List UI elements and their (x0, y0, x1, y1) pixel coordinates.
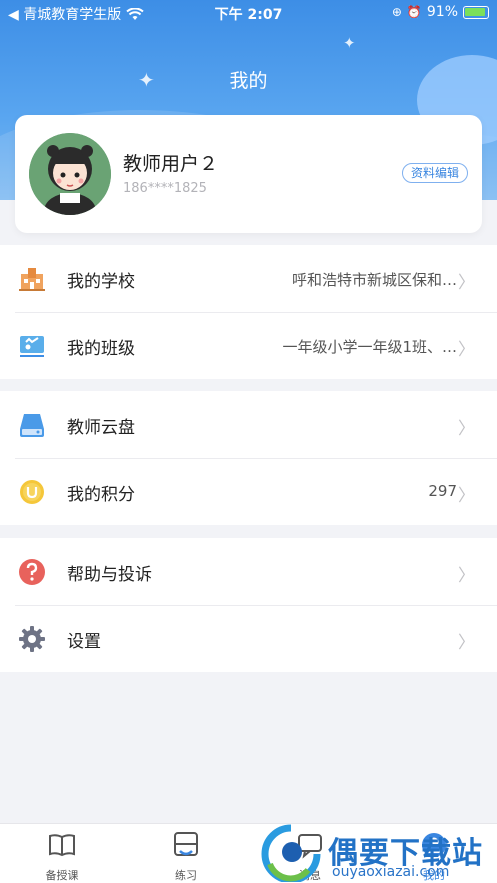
my-school-row[interactable]: 我的学校 呼和浩特市新城区保和… 〉 (0, 245, 497, 312)
chevron-right-icon: 〉 (458, 419, 475, 439)
help-complaint-row[interactable]: 帮助与投诉 〉 (0, 538, 497, 605)
avatar[interactable] (29, 133, 111, 215)
settings-group-school: 我的学校 呼和浩特市新城区保和… 〉 我的班级 一年级小学一年级1班、… 〉 (0, 245, 497, 379)
my-class-value: 一年级小学一年级1班、… (282, 338, 457, 356)
my-points-row[interactable]: 我的积分 297 〉 (0, 458, 497, 525)
teacher-cloud-disk-label: 教师云盘 (67, 418, 135, 438)
my-class-row[interactable]: 我的班级 一年级小学一年级1班、… 〉 (0, 312, 497, 379)
school-icon (19, 268, 45, 291)
help-complaint-label: 帮助与投诉 (67, 565, 152, 585)
settings-gear-icon (19, 626, 45, 652)
watermark-logo-icon (261, 824, 321, 883)
battery-percent: 91% (426, 4, 458, 20)
alarm-icon: ⏰ (406, 5, 422, 19)
book-icon (49, 834, 75, 857)
my-points-value: 297 (428, 482, 457, 500)
avatar-illustration (29, 133, 111, 215)
my-school-value: 呼和浩特市新城区保和… (291, 271, 457, 289)
cloud-disk-icon (20, 414, 44, 437)
profile-card[interactable]: 教师用户２ 186****1825 资料编辑 (15, 115, 482, 233)
my-class-label: 我的班级 (67, 339, 135, 359)
tab-exercise-label: 练习 (175, 869, 197, 882)
chevron-right-icon: 〉 (458, 633, 475, 653)
chevron-right-icon: 〉 (458, 566, 475, 586)
settings-group-support: 帮助与投诉 〉 设置 〉 (0, 538, 497, 672)
my-points-label: 我的积分 (67, 485, 135, 505)
status-bar: ◀ 青城教育学生版 下午 2:07 ⊕ ⏰ 91% (0, 0, 497, 26)
tab-teaching-prep[interactable]: 备授课 (22, 830, 102, 883)
settings-label: 设置 (67, 632, 101, 652)
tab-teaching-prep-label: 备授课 (45, 869, 79, 882)
chevron-right-icon: 〉 (458, 340, 475, 360)
teacher-cloud-disk-row[interactable]: 教师云盘 〉 (0, 391, 497, 458)
settings-row[interactable]: 设置 〉 (0, 605, 497, 672)
class-icon (20, 336, 44, 357)
sparkle-icon: ✦ (343, 34, 356, 52)
screen-lock-icon: ⊕ (391, 5, 402, 19)
user-phone: 186****1825 (123, 181, 207, 196)
page-title: 我的 (229, 70, 268, 92)
watermark-url: ouyaoxiazai.com (332, 864, 450, 880)
points-icon (20, 480, 44, 504)
chevron-right-icon: 〉 (458, 486, 475, 506)
edit-profile-button[interactable]: 资料编辑 (401, 163, 468, 183)
site-watermark: 偶要下载站 ouyaoxiazai.com (256, 824, 497, 883)
tab-exercise[interactable]: 练习 (146, 830, 226, 883)
battery-icon (463, 5, 489, 19)
exercise-icon (174, 832, 198, 856)
my-school-label: 我的学校 (67, 272, 135, 292)
chevron-right-icon: 〉 (458, 273, 475, 293)
settings-group-resources: 教师云盘 〉 我的积分 297 〉 (0, 391, 497, 525)
help-icon (19, 559, 45, 585)
user-name: 教师用户２ (123, 153, 219, 175)
